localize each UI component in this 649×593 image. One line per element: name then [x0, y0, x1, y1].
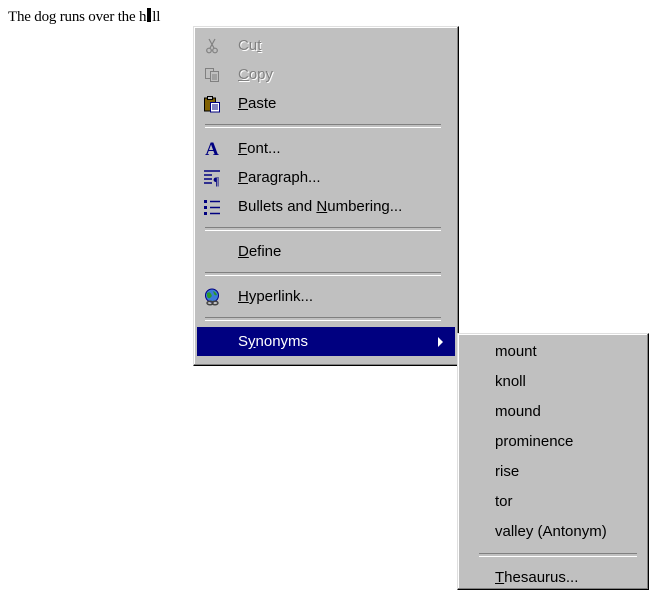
menu-item-copy[interactable]: Copy	[197, 60, 455, 89]
menu-item-label: Font...	[238, 140, 281, 157]
menu-item-bullets-numbering[interactable]: Bullets and Numbering...	[197, 192, 455, 221]
menu-item-label: Thesaurus...	[495, 569, 579, 586]
submenu-arrow-icon	[438, 337, 443, 347]
menu-item-paragraph[interactable]: ¶ Paragraph...	[197, 163, 455, 192]
menu-item-label: Paragraph...	[238, 169, 321, 186]
menu-separator	[205, 124, 441, 128]
menu-item-hyperlink[interactable]: Hyperlink...	[197, 282, 455, 311]
menu-item-label: Define	[238, 243, 282, 260]
synonym-item[interactable]: mound	[461, 397, 645, 427]
document-text[interactable]: The dog runs over the h ll	[8, 8, 160, 26]
menu-item-paste[interactable]: Paste	[197, 89, 455, 118]
synonyms-submenu: mount knoll mound prominence rise tor va…	[457, 333, 649, 590]
menu-separator	[205, 317, 441, 321]
text-cursor	[147, 8, 152, 22]
document-text-after: ll	[152, 9, 161, 25]
synonym-item[interactable]: tor	[461, 487, 645, 517]
font-icon: A	[205, 138, 219, 160]
menu-item-synonyms[interactable]: Synonyms	[197, 327, 455, 356]
paragraph-icon: ¶	[203, 169, 221, 187]
menu-item-font[interactable]: A Font...	[197, 134, 455, 163]
paste-icon	[203, 95, 221, 113]
synonym-item[interactable]: prominence	[461, 427, 645, 457]
svg-text:¶: ¶	[213, 174, 219, 187]
synonym-item[interactable]: rise	[461, 457, 645, 487]
menu-item-cut[interactable]: Cut	[197, 31, 455, 60]
menu-item-label: Cut	[238, 37, 262, 54]
menu-item-label: Bullets and Numbering...	[238, 198, 403, 215]
menu-item-label: Paste	[238, 95, 277, 112]
hyperlink-globe-icon	[203, 288, 221, 306]
bullets-icon	[203, 198, 221, 216]
synonym-item[interactable]: knoll	[461, 367, 645, 397]
menu-separator	[479, 553, 637, 557]
menu-item-define[interactable]: Define	[197, 237, 455, 266]
synonym-item[interactable]: mount	[461, 337, 645, 367]
menu-item-label: Synonyms	[238, 333, 309, 350]
menu-item-thesaurus[interactable]: Thesaurus...	[461, 563, 645, 593]
document-text-before: The dog runs over the h	[8, 9, 147, 25]
menu-separator	[205, 272, 441, 276]
copy-icon	[203, 66, 221, 84]
context-menu: Cut Copy Paste A Font... ¶ Paragraph... …	[193, 26, 459, 366]
antonym-item[interactable]: valley (Antonym)	[461, 517, 645, 547]
menu-item-label: Hyperlink...	[238, 288, 314, 305]
menu-item-label: Copy	[238, 66, 274, 83]
menu-separator	[205, 227, 441, 231]
scissors-icon	[203, 37, 221, 55]
